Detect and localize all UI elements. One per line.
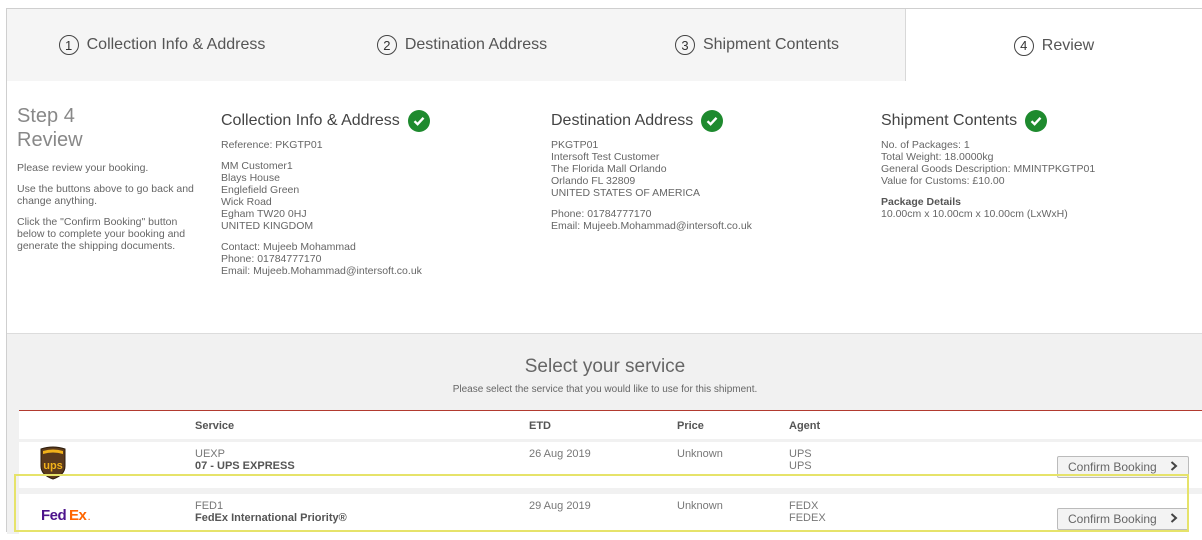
col-service: Service <box>195 420 235 432</box>
step-text: Please review your booking. <box>17 162 149 174</box>
col-agent: Agent <box>789 420 821 432</box>
collection-summary: Collection Info & Address Reference: PKG… <box>221 81 521 286</box>
checkmark-icon <box>701 110 724 132</box>
service-title: Select your service <box>524 356 686 377</box>
step-number-3: 3 <box>674 35 695 55</box>
booking-panel: 1 Collection Info & Address 2 Destinatio… <box>6 8 1202 540</box>
tab-destination-address[interactable]: 2 Destination Address <box>362 9 562 81</box>
destination-heading: Destination Address <box>551 103 851 139</box>
destination-contact: Phone: 01784777170 Email: Mujeeb.Mohamma… <box>551 208 851 232</box>
contact-phone: Phone: 01784777170 <box>551 208 652 220</box>
col-etd: ETD <box>529 420 551 432</box>
checkmark-icon <box>407 110 430 132</box>
step-title: Step 4 <box>17 105 75 127</box>
contact-email: Email: Mujeeb.Mohammad@intersoft.co.uk <box>221 265 422 277</box>
button-label: Confirm Booking <box>1068 460 1157 474</box>
tab-label: Review <box>1041 36 1095 54</box>
step-subtitle: Review <box>17 129 83 151</box>
step-number-1: 1 <box>58 35 79 55</box>
service-subtitle: Please select the service that you would… <box>452 384 758 395</box>
tab-shipment-contents[interactable]: 3 Shipment Contents <box>667 9 847 81</box>
contents-lines: No. of Packages: 1 Total Weight: 18.0000… <box>881 139 1181 187</box>
address-line: The Florida Mall Orlando <box>551 163 667 175</box>
agent-code: UPS <box>789 448 812 460</box>
package-details: Package Details 10.00cm x 10.00cm x 10.0… <box>881 196 1181 220</box>
etd-value: 26 Aug 2019 <box>529 448 591 460</box>
address-line: Egham TW20 0HJ <box>221 208 307 220</box>
total-weight: Total Weight: 18.0000kg <box>881 151 994 163</box>
step-text: Click the "Confirm Booking" button below… <box>17 216 186 252</box>
selection-highlight <box>14 474 1189 532</box>
col-price: Price <box>677 420 704 432</box>
agent-value: UPS UPS <box>789 448 812 472</box>
step-info: Step 4 Review Please review your booking… <box>17 81 197 261</box>
svg-text:ups: ups <box>43 460 63 472</box>
agent-name: UPS <box>789 460 812 472</box>
step-tabs: 1 Collection Info & Address 2 Destinatio… <box>7 9 1202 82</box>
service-code: UEXP <box>195 448 225 460</box>
customs-value: Value for Customs: £10.00 <box>881 175 1005 187</box>
package-details-title: Package Details <box>881 196 961 208</box>
destination-summary: Destination Address PKGTP01 Intersoft Te… <box>551 81 851 241</box>
collection-contact: Contact: Mujeeb Mohammad Phone: 01784777… <box>221 241 521 277</box>
service-name: 07 - UPS EXPRESS <box>195 460 295 472</box>
address-line: Intersoft Test Customer <box>551 151 660 163</box>
package-count: No. of Packages: 1 <box>881 139 970 151</box>
address-line: Wick Road <box>221 196 272 208</box>
section-title: Shipment Contents <box>881 112 1018 129</box>
section-title: Collection Info & Address <box>221 112 400 129</box>
tab-collection-info[interactable]: 1 Collection Info & Address <box>47 9 277 81</box>
address-line: Orlando FL 32809 <box>551 175 636 187</box>
checkmark-icon <box>1025 110 1048 132</box>
goods-description: General Goods Description: MMINTPKGTP01 <box>881 163 1096 175</box>
contact-name: Contact: Mujeeb Mohammad <box>221 241 356 253</box>
service-table-header: Service ETD Price Agent <box>19 410 1202 439</box>
address-line: PKGTP01 <box>551 139 599 151</box>
collection-address: MM Customer1 Blays House Englefield Gree… <box>221 160 521 232</box>
address-line: Englefield Green <box>221 184 300 196</box>
address-line: Blays House <box>221 172 280 184</box>
tab-review[interactable]: 4 Review <box>905 9 1202 82</box>
step-number-2: 2 <box>376 35 397 55</box>
contents-heading: Shipment Contents <box>881 103 1181 139</box>
contact-email: Email: Mujeeb.Mohammad@intersoft.co.uk <box>551 220 752 232</box>
address-line: MM Customer1 <box>221 160 293 172</box>
chevron-right-icon <box>1170 460 1178 474</box>
step-number-4: 4 <box>1013 35 1034 56</box>
destination-address: PKGTP01 Intersoft Test Customer The Flor… <box>551 139 851 199</box>
contact-phone: Phone: 01784777170 <box>221 253 322 265</box>
address-line: UNITED KINGDOM <box>221 220 314 232</box>
reference: Reference: PKGTP01 <box>221 139 323 151</box>
address-line: UNITED STATES OF AMERICA <box>551 187 700 199</box>
tab-label: Shipment Contents <box>702 36 840 53</box>
package-dimensions: 10.00cm x 10.00cm x 10.00cm (LxWxH) <box>881 208 1068 220</box>
tab-label: Destination Address <box>404 36 548 53</box>
review-section: Step 4 Review Please review your booking… <box>7 81 1202 333</box>
step-text: Use the buttons above to go back and cha… <box>17 183 194 207</box>
price-value: Unknown <box>677 448 723 460</box>
section-title: Destination Address <box>551 112 694 129</box>
tab-label: Collection Info & Address <box>86 36 266 53</box>
collection-heading: Collection Info & Address <box>221 103 521 139</box>
contents-summary: Shipment Contents No. of Packages: 1 Tot… <box>881 81 1181 229</box>
service-description: UEXP 07 - UPS EXPRESS <box>195 448 295 472</box>
